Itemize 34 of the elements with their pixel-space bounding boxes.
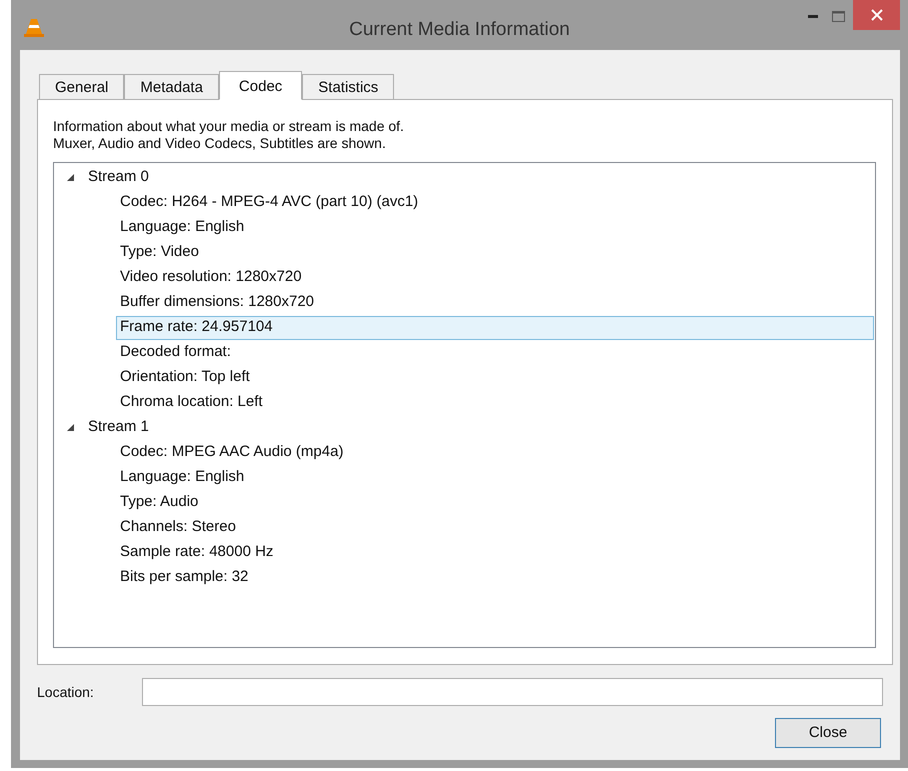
tree-item[interactable]: Codec: MPEG AAC Audio (mp4a)	[116, 441, 344, 464]
tree-item[interactable]: Sample rate: 48000 Hz	[116, 541, 274, 564]
description-text: Muxer, Audio and Video Codecs, Subtitles are shown.	[53, 135, 387, 152]
tree-item[interactable]: Bits per sample: 32	[116, 566, 248, 589]
description-text: Information about what your media or stream is made of.	[53, 118, 405, 135]
tree-item[interactable]: Type: Audio	[116, 491, 198, 514]
tree-item[interactable]: Language: English	[116, 216, 244, 239]
tab[interactable]: Codec	[218, 71, 302, 100]
tree-item[interactable]: Buffer dimensions: 1280x720	[116, 291, 314, 314]
minimize-icon	[808, 14, 818, 18]
expanded-arrow-icon[interactable]	[66, 173, 75, 182]
tree-item[interactable]: Stream 1	[88, 416, 149, 439]
tree-item[interactable]: Orientation: Top left	[116, 366, 250, 389]
tree-item[interactable]: Stream 0	[88, 166, 149, 189]
tree-item[interactable]: Language: English	[116, 466, 244, 489]
close-button[interactable]: Close	[775, 718, 881, 748]
tree-item[interactable]: Decoded format:	[116, 341, 231, 364]
tree-item[interactable]: Frame rate: 24.957104	[116, 316, 874, 340]
tree-item[interactable]: Channels: Stereo	[116, 516, 236, 539]
location-label: Location:	[37, 682, 95, 702]
tree-item[interactable]: Chroma location: Left	[116, 391, 263, 414]
tab[interactable]: Metadata	[124, 74, 219, 99]
location-field[interactable]	[142, 678, 883, 706]
tree-item[interactable]: Video resolution: 1280x720	[116, 266, 302, 289]
tree-item[interactable]: Codec: H264 - MPEG-4 AVC (part 10) (avc1)	[116, 191, 418, 214]
window-title: Current Media Information	[349, 18, 570, 42]
maximize-icon	[832, 10, 844, 22]
tab[interactable]: Statistics	[302, 74, 394, 99]
tab[interactable]: General	[39, 74, 124, 99]
tree-item[interactable]: Type: Video	[116, 241, 199, 264]
traffic-cone-icon	[23, 18, 45, 38]
close-icon	[870, 9, 882, 21]
expanded-arrow-icon[interactable]	[66, 423, 75, 432]
close-window-button[interactable]	[853, 0, 900, 30]
